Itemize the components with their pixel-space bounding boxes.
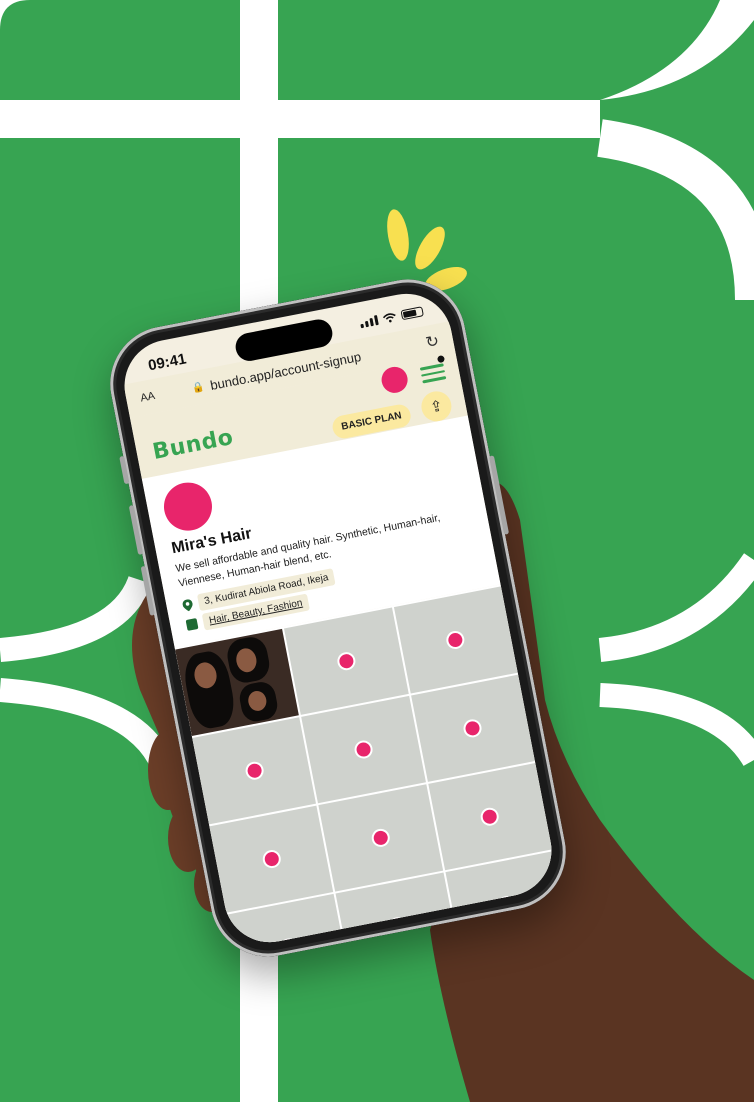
store-logo-icon	[445, 629, 467, 651]
store-logo-icon	[462, 717, 484, 739]
store-logo-icon	[278, 936, 300, 951]
wifi-icon	[382, 313, 396, 323]
store-logo-icon	[353, 738, 375, 761]
store-logo-icon	[370, 827, 392, 849]
store-logo-icon	[335, 650, 357, 672]
store-logo-icon	[260, 848, 282, 870]
location-pin-icon	[182, 598, 193, 611]
status-time: 09:41	[146, 350, 188, 375]
store-logo-icon	[479, 806, 501, 828]
battery-icon	[400, 306, 424, 321]
bundo-logo[interactable]: Bundo	[151, 425, 236, 465]
shopping-bag-icon	[185, 618, 199, 631]
text-size-button[interactable]: AA	[139, 390, 156, 405]
notification-dot	[436, 354, 446, 364]
store-logo-icon	[243, 760, 265, 782]
store-avatar	[159, 478, 217, 535]
reload-icon[interactable]: ↻	[424, 331, 441, 353]
product-grid	[174, 584, 560, 951]
menu-icon[interactable]	[419, 359, 447, 384]
signal-icon	[359, 315, 379, 329]
lock-icon: 🔒	[191, 380, 206, 394]
account-avatar[interactable]	[379, 364, 410, 396]
